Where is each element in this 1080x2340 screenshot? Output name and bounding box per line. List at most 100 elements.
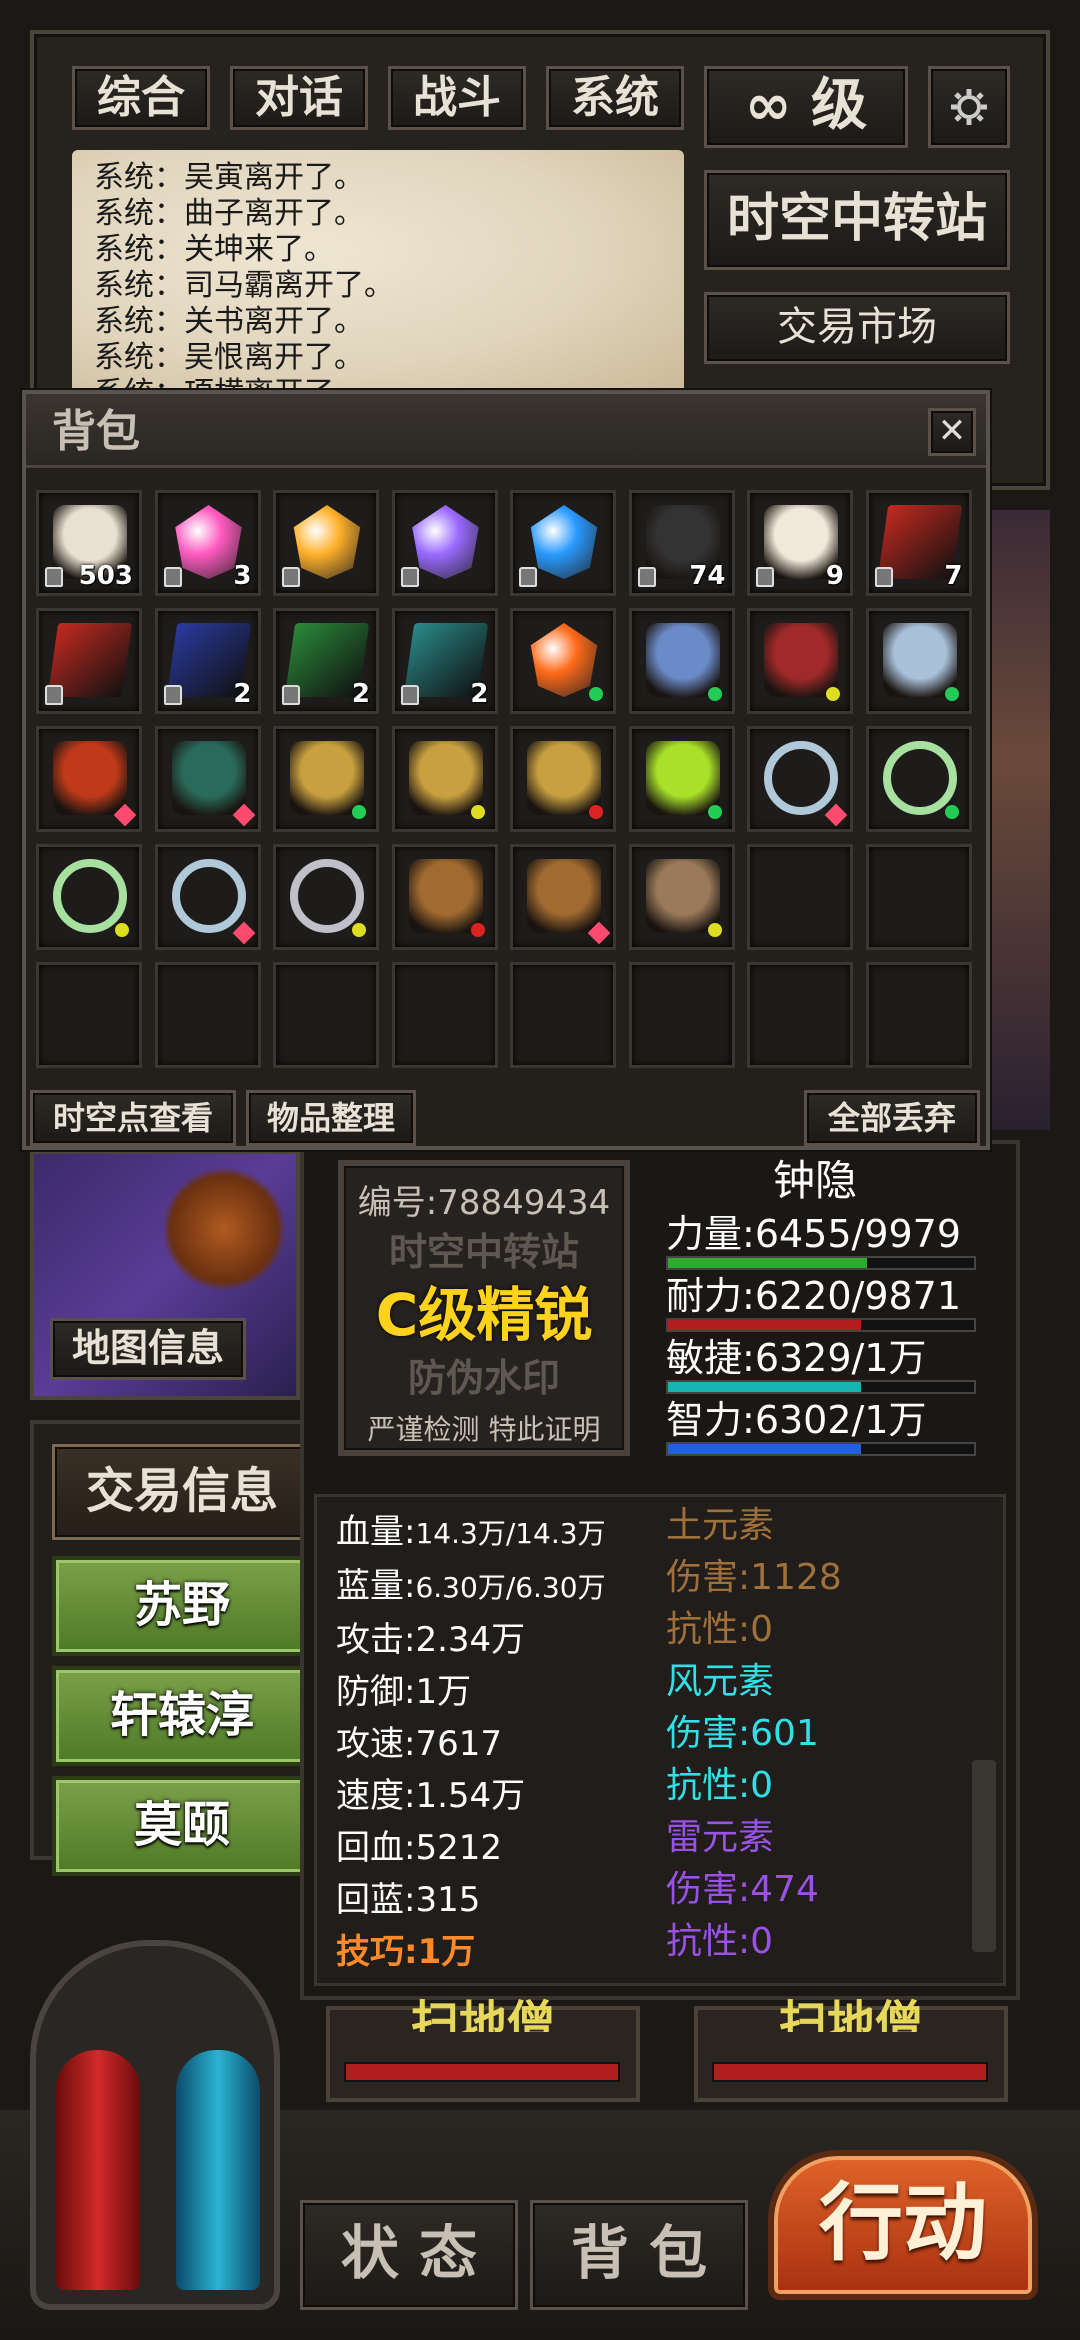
tab-battle[interactable]: 战斗 <box>388 66 526 130</box>
npc-button-suye[interactable]: 苏野 <box>52 1556 312 1656</box>
sweeper-label-right: 扫地僧 <box>778 1996 923 2032</box>
stat-label: 敏捷: <box>666 1336 755 1380</box>
discard-all-button[interactable]: 全部丢弃 <box>804 1090 980 1146</box>
status-button[interactable]: 状 态 <box>300 2200 518 2310</box>
inventory-slot[interactable] <box>391 726 498 832</box>
socket-gem-icon <box>824 803 848 827</box>
inventory-slot[interactable] <box>747 726 853 832</box>
quality-dot <box>944 805 959 819</box>
inventory-slot[interactable] <box>628 608 735 714</box>
element-line: 风元素 <box>666 1661 775 1702</box>
quality-dot <box>352 923 366 937</box>
inventory-slot[interactable] <box>510 844 616 950</box>
inventory-slot[interactable] <box>273 962 379 1068</box>
inventory-slot[interactable] <box>510 608 616 714</box>
tab-all[interactable]: 综合 <box>72 66 210 130</box>
inventory-slot[interactable] <box>391 962 498 1068</box>
settings-button[interactable] <box>928 66 1010 148</box>
attributes-scrollbar[interactable] <box>972 1760 996 1952</box>
inventory-slot[interactable] <box>628 962 735 1068</box>
trade-info-button[interactable]: 交易信息 <box>52 1444 312 1540</box>
stat-stamina: 耐力:6220/9871 <box>666 1274 976 1336</box>
inventory-slot[interactable] <box>865 844 972 950</box>
item-count: 74 <box>689 561 726 591</box>
chat-log[interactable]: 系统：吴寅离开了。 系统：曲子离开了。 系统：关坤来了。 系统：司马霸离开了。 … <box>72 150 684 400</box>
inventory-slot[interactable] <box>273 490 379 596</box>
backpack-close-button[interactable]: ✕ <box>928 408 976 456</box>
stat-intellect: 智力:6302/1万 <box>666 1398 976 1460</box>
inventory-slot[interactable] <box>510 490 616 596</box>
green-helmet-icon <box>171 741 246 815</box>
inventory-slot[interactable] <box>391 490 498 596</box>
inventory-slot[interactable] <box>154 726 261 832</box>
element-line: 伤害:1128 <box>666 1557 842 1598</box>
silver-bracelet-icon <box>171 859 246 933</box>
inventory-slot[interactable] <box>391 844 498 950</box>
sort-items-button[interactable]: 物品整理 <box>246 1090 416 1146</box>
gold-crown-icon <box>527 741 601 815</box>
inventory-slot[interactable]: 2 <box>154 608 261 714</box>
inventory-slot[interactable] <box>510 726 616 832</box>
inventory-slot[interactable] <box>154 844 261 950</box>
item-count: 503 <box>78 561 133 591</box>
inventory-slot[interactable] <box>747 962 853 1068</box>
inventory-slot[interactable] <box>865 726 972 832</box>
inventory-slot[interactable]: 503 <box>36 490 142 596</box>
inventory-slot[interactable] <box>154 962 261 1068</box>
cert-id-value: 78849434 <box>437 1183 611 1223</box>
lock-icon <box>45 685 63 705</box>
item-count: 3 <box>233 561 252 591</box>
inventory-slot[interactable]: 74 <box>628 490 735 596</box>
npc-button-xuanyuanchun[interactable]: 轩辕淳 <box>52 1666 312 1766</box>
red-armor-icon <box>764 623 838 697</box>
inventory-slot[interactable]: 2 <box>273 608 379 714</box>
action-button[interactable]: 行动 <box>768 2150 1038 2300</box>
attr-value: 315 <box>415 1880 481 1920</box>
inventory-slot[interactable]: 2 <box>391 608 498 714</box>
inventory-slot[interactable] <box>747 608 853 714</box>
attr-defense: 防御:1万 <box>336 1666 666 1718</box>
view-points-button[interactable]: 时空点查看 <box>30 1090 236 1146</box>
npc-button-moyi[interactable]: 莫颐 <box>52 1776 312 1876</box>
attr-hp: 血量:14.3万/14.3万 <box>336 1506 666 1560</box>
socket-gem-icon <box>232 921 255 945</box>
map-info-button[interactable]: 地图信息 <box>50 1318 246 1380</box>
leather-belt-icon <box>645 859 720 933</box>
attr-label: 技巧: <box>336 1932 418 1972</box>
inventory-slot[interactable]: 3 <box>154 490 261 596</box>
silver-bracelet-icon <box>764 741 838 815</box>
chat-line: 系统：吴恨离开了。 <box>94 340 364 375</box>
channel-tabs: 综合 对话 战斗 系统 <box>72 66 684 130</box>
inventory-slot[interactable] <box>865 962 972 1068</box>
bag-button[interactable]: 背 包 <box>530 2200 748 2310</box>
inventory-slot[interactable] <box>36 726 142 832</box>
inventory-slot[interactable]: 9 <box>747 490 853 596</box>
inventory-slot[interactable] <box>628 844 735 950</box>
inventory-slot[interactable] <box>747 844 853 950</box>
tab-system[interactable]: 系统 <box>546 66 684 130</box>
attr-value: 2.34万 <box>415 1620 526 1660</box>
blue-crystal-icon <box>530 505 598 579</box>
attr-attack: 攻击:2.34万 <box>336 1614 666 1666</box>
tab-chat[interactable]: 对话 <box>230 66 368 130</box>
attr-label: 防御: <box>336 1672 416 1712</box>
quality-dot <box>589 805 603 819</box>
inventory-slot[interactable] <box>273 844 379 950</box>
quality-dot <box>352 805 366 819</box>
backpack-header <box>26 394 986 468</box>
inventory-slot[interactable] <box>36 962 142 1068</box>
chat-line: 系统：关坤来了。 <box>94 232 334 267</box>
inventory-slot[interactable] <box>628 726 735 832</box>
inventory-slot[interactable] <box>273 726 379 832</box>
attr-label: 攻击: <box>336 1620 416 1660</box>
quality-dot <box>470 923 485 937</box>
inventory-slot[interactable] <box>865 608 972 714</box>
inventory-slot[interactable]: 7 <box>865 490 972 596</box>
lock-icon <box>637 567 656 587</box>
inventory-slot[interactable] <box>36 844 142 950</box>
agility-bar <box>666 1380 976 1394</box>
attr-mp-regen: 回蓝:315 <box>336 1874 666 1926</box>
inventory-slot[interactable] <box>36 608 142 714</box>
market-button[interactable]: 交易市场 <box>704 292 1010 364</box>
inventory-slot[interactable] <box>510 962 616 1068</box>
